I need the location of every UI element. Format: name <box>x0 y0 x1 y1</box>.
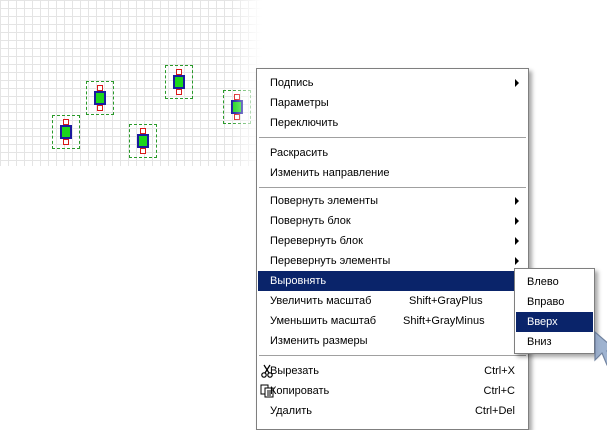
shortcut-label: Ctrl+Del <box>474 405 515 417</box>
menu-item-align[interactable]: Выровнять <box>258 271 527 291</box>
menu-item-cut[interactable]: Вырезать Ctrl+X <box>258 361 527 381</box>
menu-item-rotate-block[interactable]: Повернуть блок <box>258 211 527 231</box>
menu-item-zoom-in[interactable]: Увеличить масштаб Shift+GrayPlus <box>258 291 527 311</box>
schematic-component[interactable] <box>165 65 193 99</box>
schematic-component[interactable] <box>52 115 80 149</box>
schematic-component[interactable] <box>223 90 251 124</box>
submenu-arrow-icon <box>515 237 519 245</box>
shortcut-label: Ctrl+C <box>483 385 515 397</box>
submenu-arrow-icon <box>515 217 519 225</box>
menu-item-flip-elements[interactable]: Перевернуть элементы <box>258 251 527 271</box>
menu-separator <box>259 187 526 189</box>
submenu-arrow-icon <box>515 197 519 205</box>
menu-separator <box>259 137 526 139</box>
submenu-item-left[interactable]: Влево <box>516 272 593 292</box>
submenu-item-down[interactable]: Вниз <box>516 332 593 352</box>
align-submenu: Влево Вправо Вверх Вниз <box>514 268 595 354</box>
schematic-canvas[interactable] <box>0 0 262 166</box>
submenu-item-right[interactable]: Вправо <box>516 292 593 312</box>
shortcut-label: Shift+GrayMinus <box>403 315 485 327</box>
menu-item-caption[interactable]: Подпись <box>258 73 527 93</box>
shortcut-label: Ctrl+X <box>484 365 515 377</box>
schematic-component[interactable] <box>86 81 114 115</box>
menu-item-zoom-out[interactable]: Уменьшить масштаб Shift+GrayMinus <box>258 311 527 331</box>
menu-item-delete[interactable]: Удалить Ctrl+Del <box>258 401 527 421</box>
submenu-arrow-icon <box>515 79 519 87</box>
mouse-cursor-icon <box>594 330 607 366</box>
menu-item-resize[interactable]: Изменить размеры <box>258 331 527 351</box>
menu-item-flip-block[interactable]: Перевернуть блок <box>258 231 527 251</box>
menu-separator <box>259 355 526 357</box>
menu-item-parameters[interactable]: Параметры <box>258 93 527 113</box>
context-menu: Подпись Параметры Переключить Раскрасить… <box>256 68 529 430</box>
shortcut-label: Shift+GrayPlus <box>409 295 483 307</box>
menu-item-change-direction[interactable]: Изменить направление <box>258 163 527 183</box>
menu-item-copy[interactable]: Копировать Ctrl+C <box>258 381 527 401</box>
submenu-arrow-icon <box>515 257 519 265</box>
submenu-item-up[interactable]: Вверх <box>516 312 593 332</box>
schematic-component[interactable] <box>129 124 157 158</box>
menu-item-colorize[interactable]: Раскрасить <box>258 143 527 163</box>
menu-item-toggle[interactable]: Переключить <box>258 113 527 133</box>
menu-item-rotate-elements[interactable]: Повернуть элементы <box>258 191 527 211</box>
